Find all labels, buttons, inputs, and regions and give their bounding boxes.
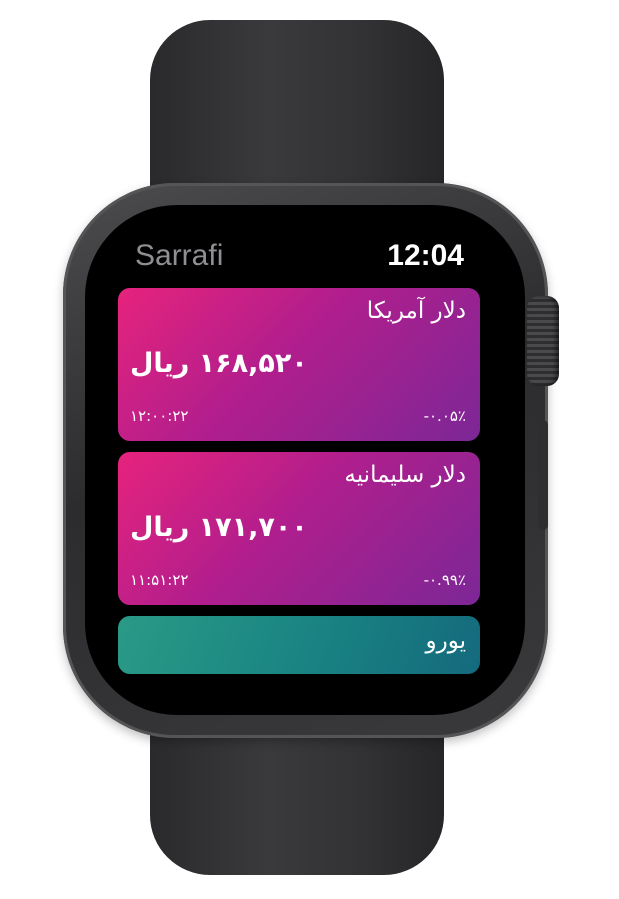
currency-card-sulaymaniyah-usd[interactable]: دلار سلیمانیه ۱۷۱,۷۰۰ ریال ۱۱:۵۱:۲۲ -۰.۹… [118,452,480,605]
status-time: 12:04 [387,239,464,272]
app-title: Sarrafi [135,239,224,272]
app-display: Sarrafi 12:04 دلار آمریکا ۱۶۸,۵۲۰ ریال ۱… [98,215,511,700]
digital-crown[interactable] [527,296,559,386]
currency-name: دلار آمریکا [366,298,466,324]
update-time: ۱۲:۰۰:۲۲ [130,407,189,425]
currency-card-euro[interactable]: یورو [118,616,480,674]
currency-name: دلار سلیمانیه [344,462,466,488]
change-percent: -۰.۹۹٪ [423,571,466,589]
currency-name: یورو [425,628,467,654]
update-time: ۱۱:۵۱:۲۲ [130,571,189,589]
change-percent: -۰.۰۵٪ [423,407,466,425]
side-button[interactable] [538,420,548,530]
currency-price: ۱۶۸,۵۲۰ ریال [130,348,308,379]
currency-card-usd[interactable]: دلار آمریکا ۱۶۸,۵۲۰ ریال ۱۲:۰۰:۲۲ -۰.۰۵٪ [118,288,480,441]
currency-price: ۱۷۱,۷۰۰ ریال [130,512,308,543]
